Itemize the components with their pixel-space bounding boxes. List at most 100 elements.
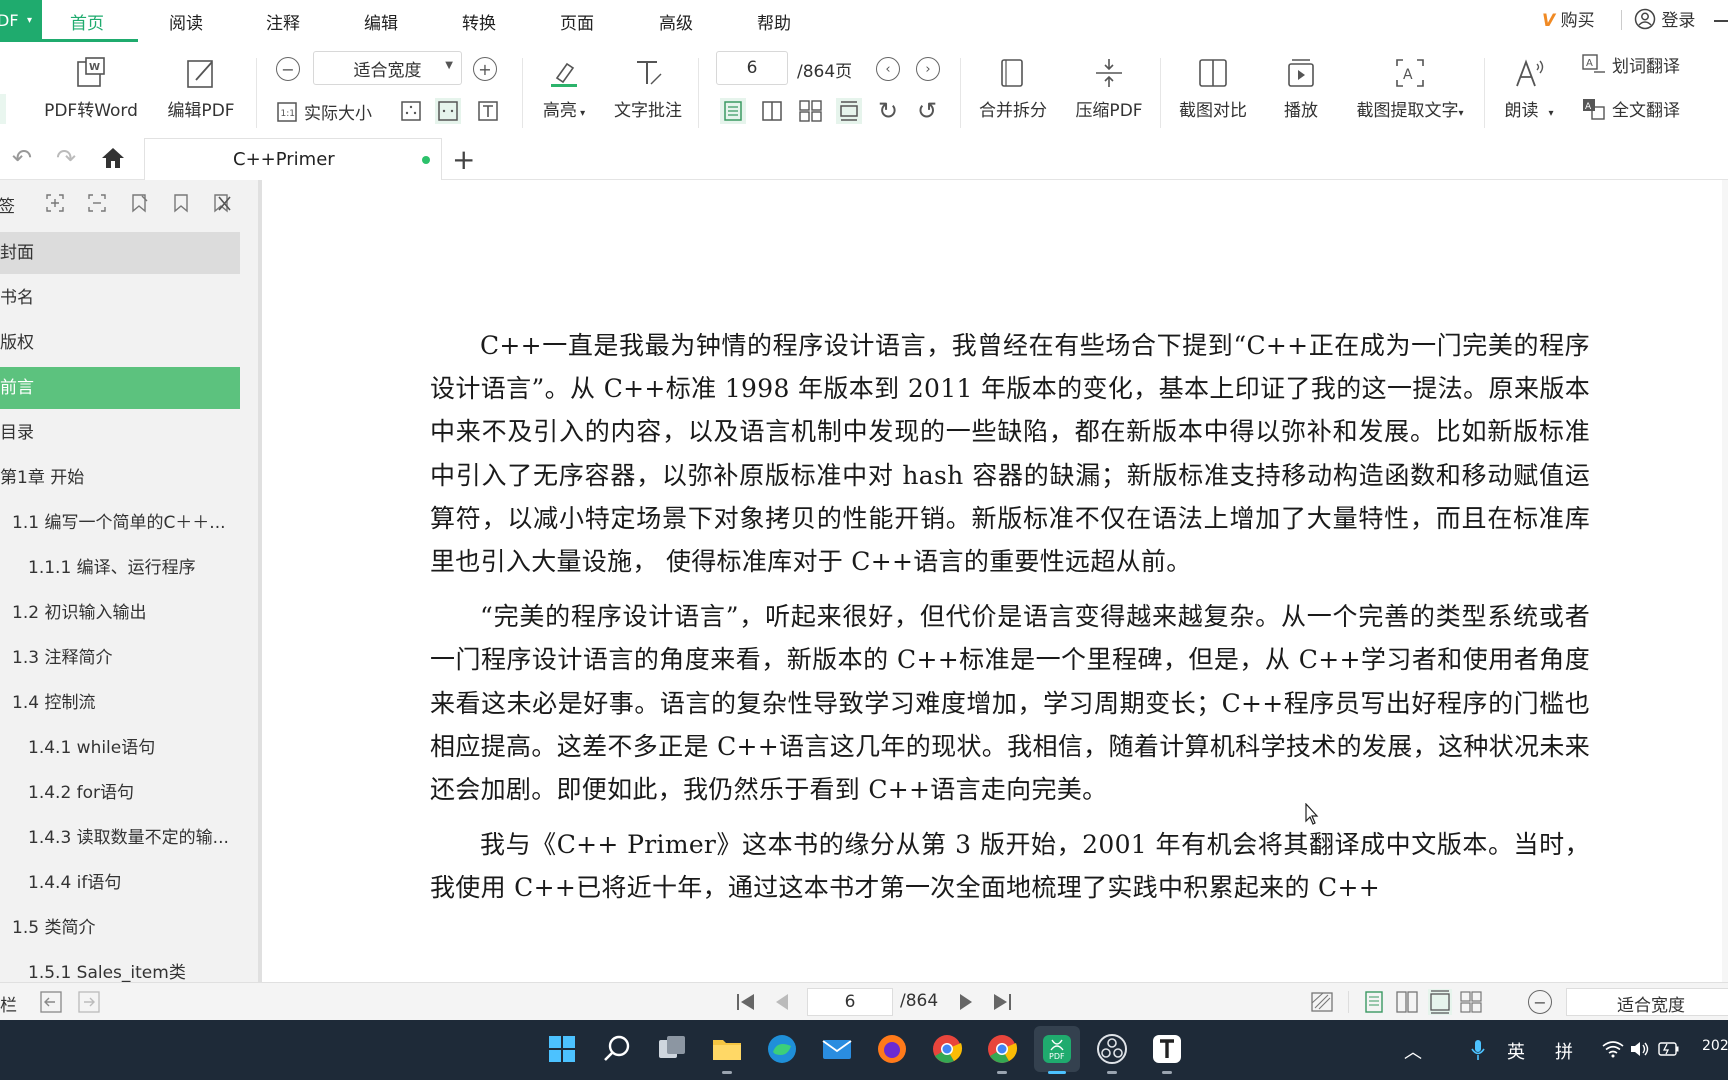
menu-read[interactable]: 阅读 <box>169 9 203 34</box>
task-view-icon[interactable] <box>655 1032 689 1066</box>
mail-icon[interactable] <box>820 1032 854 1066</box>
chrome-icon-2[interactable] <box>985 1032 1019 1066</box>
sidebar-bookmark-item[interactable]: 1.3 注释简介 <box>0 637 240 679</box>
next-page-icon[interactable]: › <box>916 57 940 81</box>
typora-icon[interactable] <box>1150 1032 1184 1066</box>
volume-icon[interactable] <box>1630 1040 1650 1058</box>
sidebar-bookmark-item[interactable]: 封面 <box>0 232 240 274</box>
last-page-icon[interactable] <box>992 992 1014 1012</box>
sidebar-bookmark-item[interactable]: 第1章 开始 <box>0 457 240 499</box>
zoom-in-icon[interactable]: + <box>473 57 497 81</box>
merge-split-button[interactable]: 合并拆分 <box>976 56 1050 121</box>
single-page-view-icon[interactable] <box>1364 991 1384 1013</box>
minimize-icon[interactable] <box>1714 20 1728 22</box>
text-select-icon[interactable] <box>475 98 501 124</box>
full-translate-button[interactable]: A 全文翻译 <box>1582 96 1680 121</box>
sidebar-bookmark-item[interactable]: 书名 <box>0 277 240 319</box>
zoom-out-icon[interactable]: − <box>276 57 300 81</box>
page-number-input[interactable]: 6 <box>716 51 788 85</box>
firefox-icon[interactable] <box>875 1032 909 1066</box>
tab-document[interactable]: C++Primer <box>144 138 442 180</box>
sidebar-bookmark-item[interactable]: 1.4.3 读取数量不定的输... <box>0 817 240 859</box>
menu-page[interactable]: 页面 <box>560 9 594 34</box>
next-page-icon[interactable] <box>958 992 974 1012</box>
two-page-icon[interactable] <box>759 98 785 124</box>
new-tab-icon[interactable]: + <box>452 143 475 176</box>
fit-width-icon[interactable] <box>435 98 461 124</box>
add-bookmark-icon[interactable] <box>128 192 150 214</box>
edit-pdf-button[interactable]: 编辑PDF <box>162 56 240 121</box>
home-icon[interactable] <box>100 146 126 170</box>
pdf-app-icon[interactable]: PDF <box>1040 1032 1074 1066</box>
document-scrollbar[interactable] <box>1722 180 1728 982</box>
read-aloud-button[interactable]: 朗读 ▾ <box>1496 56 1562 121</box>
text-note-button[interactable]: 文字批注 <box>608 56 688 121</box>
sidebar-bookmark-item[interactable]: 1.4.4 if语句 <box>0 862 240 904</box>
play-button[interactable]: 播放 <box>1282 56 1320 121</box>
prev-page-icon[interactable] <box>774 992 790 1012</box>
obs-icon[interactable] <box>1095 1032 1129 1066</box>
menu-annotate[interactable]: 注释 <box>266 9 300 34</box>
menu-home[interactable]: 首页 <box>70 9 104 34</box>
single-page-icon[interactable] <box>720 98 746 124</box>
continuous-view-icon[interactable] <box>1428 989 1452 1015</box>
sidebar-toggle-label[interactable]: 栏 <box>0 991 17 1016</box>
sidebar-bookmark-item[interactable]: 版权 <box>0 322 240 364</box>
sidebar-bookmark-item[interactable]: 1.1 编写一个简单的C＋＋... <box>0 502 240 544</box>
show-hidden-icons-icon[interactable]: ︿ <box>1404 1038 1422 1064</box>
two-page-view-icon[interactable] <box>1396 991 1418 1013</box>
compress-pdf-button[interactable]: 压缩PDF <box>1072 56 1146 121</box>
search-icon[interactable] <box>600 1032 634 1066</box>
back-view-icon[interactable] <box>40 991 62 1013</box>
wifi-icon[interactable] <box>1602 1040 1624 1058</box>
ocr-extract-button[interactable]: A 截图提取文字▾ <box>1350 56 1470 121</box>
forward-view-icon[interactable] <box>78 991 100 1013</box>
menu-convert[interactable]: 转换 <box>462 9 496 34</box>
microphone-icon[interactable] <box>1470 1038 1486 1062</box>
chrome-icon[interactable] <box>930 1032 964 1066</box>
battery-icon[interactable] <box>1658 1041 1680 1057</box>
sidebar-bookmark-item[interactable]: 1.5.1 Sales_item类 <box>0 952 240 982</box>
expand-all-icon[interactable] <box>44 192 66 214</box>
sidebar-bookmark-item[interactable]: 1.4.1 while语句 <box>0 727 240 769</box>
windows-start-icon[interactable] <box>545 1032 579 1066</box>
sidebar-bookmark-item[interactable]: 目录 <box>0 412 240 454</box>
menu-help[interactable]: 帮助 <box>757 9 791 34</box>
previous-page-icon[interactable]: ‹ <box>876 57 900 81</box>
bookmark-icon[interactable] <box>170 192 192 214</box>
ime-language-indicator[interactable]: 英 <box>1507 1038 1525 1064</box>
redo-icon[interactable]: ↷ <box>56 144 76 172</box>
ime-mode-indicator[interactable]: 拼 <box>1555 1038 1573 1064</box>
rotate-counterclockwise-icon[interactable]: ↺ <box>914 97 940 125</box>
edge-browser-icon[interactable] <box>765 1032 799 1066</box>
sidebar-bookmark-item[interactable]: 1.2 初识输入输出 <box>0 592 240 634</box>
buy-button[interactable]: V 购买 <box>1542 6 1595 31</box>
menu-edit[interactable]: 编辑 <box>364 9 398 34</box>
status-page-input[interactable]: 6 <box>807 988 893 1016</box>
undo-icon[interactable]: ↶ <box>12 144 32 172</box>
sidebar-bookmark-item[interactable]: 1.4 控制流 <box>0 682 240 724</box>
sidebar-bookmark-item[interactable]: 1.4.2 for语句 <box>0 772 240 814</box>
screenshot-compare-button[interactable]: 截图对比 <box>1176 56 1250 121</box>
document-viewport[interactable]: C++一直是我最为钟情的程序设计语言，我曾经在有些场合下提到“C++正在成为一门… <box>262 180 1728 982</box>
fit-page-icon[interactable] <box>398 98 424 124</box>
sidebar-bookmark-item[interactable]: 1.1.1 编译、运行程序 <box>0 547 240 589</box>
word-translate-button[interactable]: A 划词翻译 <box>1582 52 1680 77</box>
login-button[interactable]: 登录 <box>1634 6 1695 31</box>
collapse-all-icon[interactable] <box>86 192 108 214</box>
highlight-button[interactable]: 高亮 ▾ <box>540 56 588 121</box>
delete-bookmark-icon[interactable] <box>210 192 232 214</box>
file-explorer-icon[interactable] <box>710 1032 744 1066</box>
actual-size-button[interactable]: 1:1 实际大小 <box>276 99 372 124</box>
multi-page-icon[interactable] <box>798 98 824 124</box>
app-menu-button[interactable]: DF ▾ <box>0 0 42 42</box>
sidebar-bookmark-item[interactable]: 前言 <box>0 367 240 409</box>
annotation-toggle-icon[interactable] <box>1311 991 1333 1013</box>
zoom-select[interactable]: 适合宽度 ▼ <box>313 51 462 85</box>
book-view-icon[interactable] <box>1460 991 1482 1013</box>
first-page-icon[interactable] <box>734 992 756 1012</box>
rotate-clockwise-icon[interactable]: ↻ <box>875 97 901 125</box>
status-zoom-out-icon[interactable]: − <box>1528 990 1552 1014</box>
sidebar-bookmark-item[interactable]: 1.5 类简介 <box>0 907 240 949</box>
clock[interactable]: 202 <box>1702 1038 1728 1054</box>
